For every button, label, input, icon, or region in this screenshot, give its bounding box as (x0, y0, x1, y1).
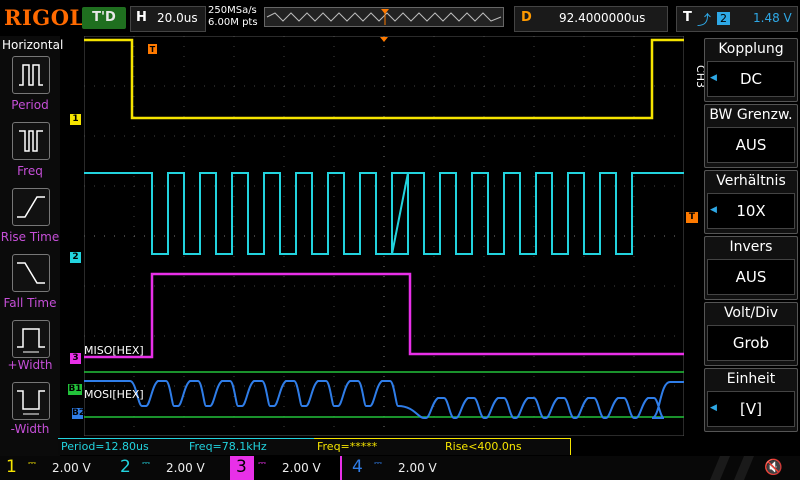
positive-width-icon (17, 328, 45, 353)
invert-title: Invers (729, 239, 773, 255)
measurement-rise[interactable]: Rise<400.0ns (442, 438, 571, 455)
rise-time-button[interactable] (12, 188, 50, 226)
measure-menu-title: Horizontal (2, 38, 64, 52)
memory-waveform-icon (266, 9, 502, 25)
brand-logo: RIGOL (4, 5, 85, 30)
dc-coupling-icon: ⎓ (142, 458, 150, 469)
delay-box[interactable]: D 92.4000000us (514, 6, 668, 32)
trigger-level: 1.48 V (753, 11, 792, 25)
graticule (84, 36, 684, 436)
trigger-label: T (683, 10, 692, 25)
probe-ratio-arrow-icon: ◀ (710, 205, 717, 215)
bw-limit-value: AUS (707, 127, 795, 163)
dc-coupling-icon: ⎓ (28, 458, 36, 469)
ch3-setting-active[interactable]: 3 ⎓ 2.00 V (230, 456, 342, 480)
period-label: Period (11, 98, 49, 112)
fall-time-icon (17, 262, 45, 284)
bw-limit-title: BW Grenzw. (709, 107, 793, 123)
ch2-trace (84, 172, 684, 255)
freq-icon (19, 130, 43, 152)
waveform-display[interactable]: T MISO[HEX] MOSI[HEX] (84, 36, 684, 436)
mosi-decoder-label: MOSI[HEX] (84, 388, 144, 401)
unit-title: Einheit (726, 371, 776, 387)
ch3-number: 3 (236, 457, 247, 477)
negative-width-button[interactable] (12, 382, 50, 420)
probe-ratio-value: 10X (707, 193, 795, 229)
trigger-level-marker[interactable]: T (686, 212, 698, 223)
fall-time-label: Fall Time (3, 296, 57, 310)
invert-value: AUS (707, 259, 795, 295)
period-icon (19, 64, 43, 86)
ch4-setting[interactable]: 4 ⎓ 2.00 V (346, 456, 462, 480)
rise-time-label: Rise Time (0, 230, 60, 244)
measurement-freq-ch1[interactable]: Freq=***** (314, 438, 443, 455)
volt-div-menu-item[interactable]: Volt/Div Grob (704, 302, 798, 366)
positive-width-label: +Width (7, 358, 53, 372)
delay-value: 92.4000000us (559, 11, 646, 25)
delay-label: D (521, 10, 532, 25)
trigger-position-marker: T (148, 44, 157, 54)
ch3-marker[interactable]: 3 (70, 353, 81, 364)
ch2-number: 2 (120, 457, 131, 477)
rise-time-icon (17, 196, 45, 218)
ch2-marker[interactable]: 2 (70, 252, 81, 263)
positive-width-button[interactable] (12, 320, 50, 358)
ch4-number: 4 (352, 457, 363, 477)
sample-rate: 250MSa/s (208, 5, 257, 16)
fall-time-button[interactable] (12, 254, 50, 292)
invert-menu-item[interactable]: Invers AUS (704, 236, 798, 300)
ch2-scale: 2.00 V (166, 461, 205, 475)
bus-b2-marker[interactable]: B2 (72, 408, 85, 419)
ch1-setting[interactable]: 1 ⎓ 2.00 V (0, 456, 114, 480)
bus-b1-marker[interactable]: B1 (68, 384, 82, 395)
svg-text:T: T (150, 45, 156, 54)
coupling-arrow-icon: ◀ (710, 73, 717, 83)
top-status-bar: RIGOL T'D H 20.0us 250MSa/s 6.00M pts D … (0, 0, 800, 36)
measurement-freq[interactable]: Freq=78.1kHz (186, 438, 315, 455)
trigger-status-badge: T'D (82, 7, 126, 29)
negative-width-label: -Width (10, 422, 50, 436)
memory-overview-strip[interactable] (264, 7, 504, 27)
sound-muted-icon[interactable]: 🔇 (764, 458, 783, 476)
coupling-title: Kopplung (718, 41, 784, 57)
probe-ratio-menu-item[interactable]: Verhältnis 10X ◀ (704, 170, 798, 234)
ch1-number: 1 (6, 457, 17, 477)
channel-menu: Kopplung DC ◀ BW Grenzw. AUS Verhältnis … (704, 36, 800, 456)
ch3-scale: 2.00 V (282, 461, 321, 475)
horizontal-label: H (136, 10, 147, 25)
bottom-bar-stripes (710, 456, 754, 480)
probe-ratio-title: Verhältnis (716, 173, 786, 189)
negative-width-icon (17, 390, 45, 415)
coupling-value: DC (707, 61, 795, 97)
ch4-scale: 2.00 V (398, 461, 437, 475)
rising-edge-icon: ⤴ (697, 13, 711, 29)
measure-menu: Horizontal Period Freq Rise Time Fall Ti… (0, 36, 64, 456)
trigger-source: 2 (717, 12, 730, 25)
unit-arrow-icon: ◀ (710, 403, 717, 413)
miso-decoder-label: MISO[HEX] (84, 344, 144, 357)
timebase-value: 20.0us (157, 11, 198, 25)
period-button[interactable] (12, 56, 50, 94)
measurement-period[interactable]: Period=12.80us (58, 438, 187, 455)
volt-div-value: Grob (707, 325, 795, 361)
coupling-menu-item[interactable]: Kopplung DC ◀ (704, 38, 798, 102)
volt-div-title: Volt/Div (723, 305, 779, 321)
bw-limit-menu-item[interactable]: BW Grenzw. AUS (704, 104, 798, 168)
freq-button[interactable] (12, 122, 50, 160)
dc-coupling-icon: ⎓ (258, 458, 266, 469)
acquisition-info: 250MSa/s 6.00M pts (208, 5, 258, 29)
unit-value: [V] (707, 391, 795, 427)
memory-depth: 6.00M pts (208, 17, 258, 28)
ch1-marker[interactable]: 1 (70, 114, 81, 125)
freq-label: Freq (17, 164, 43, 178)
unit-menu-item[interactable]: Einheit [V] ◀ (704, 368, 798, 432)
channel-bar: 1 ⎓ 2.00 V 2 ⎓ 2.00 V 3 ⎓ 2.00 V 4 ⎓ 2.0… (0, 456, 800, 480)
ch1-scale: 2.00 V (52, 461, 91, 475)
timebase-box[interactable]: H 20.0us (130, 6, 206, 32)
dc-coupling-icon: ⎓ (374, 458, 382, 469)
ch2-setting[interactable]: 2 ⎓ 2.00 V (114, 456, 230, 480)
trigger-box[interactable]: T ⤴ 2 1.48 V (676, 6, 798, 32)
trigger-center-marker (380, 37, 388, 42)
